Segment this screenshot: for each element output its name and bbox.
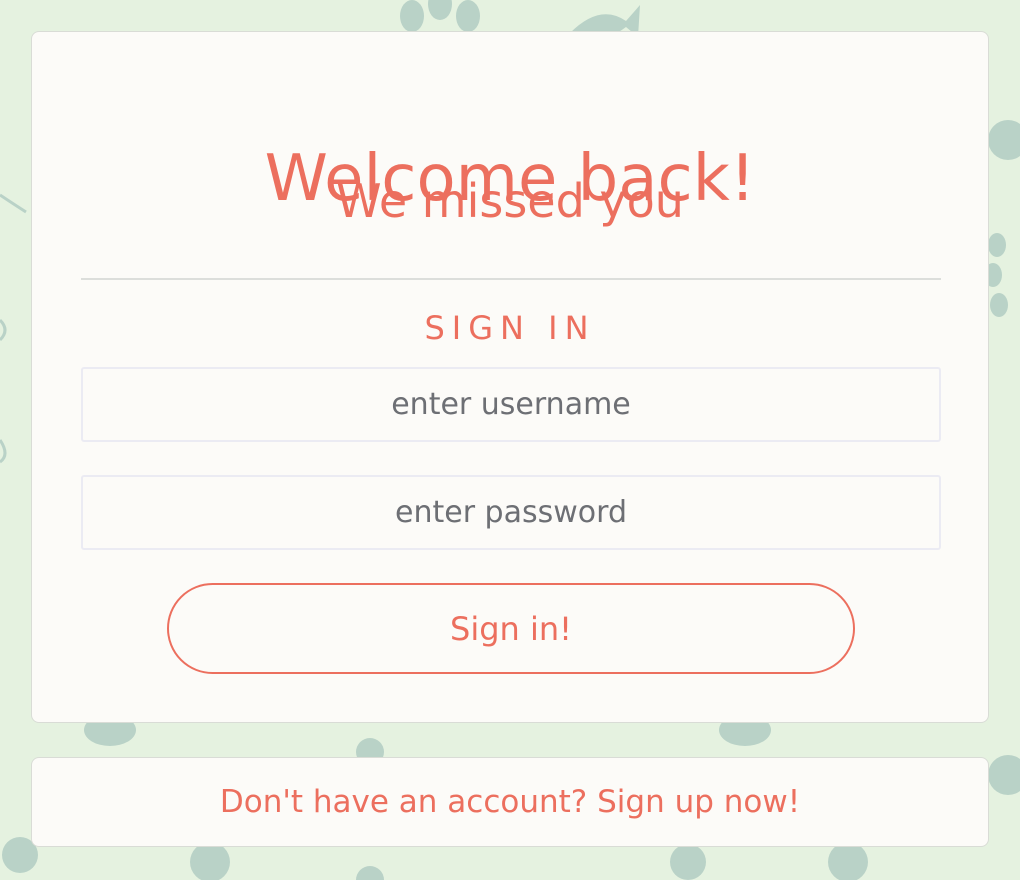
username-input[interactable] — [81, 367, 941, 442]
sign-up-link[interactable]: Don't have an account? Sign up now! — [220, 784, 800, 820]
cat-toy-icon — [0, 193, 27, 464]
divider — [81, 278, 941, 280]
login-card: Welcome back! We missed you SIGN IN Sign… — [31, 31, 989, 723]
paw-icon — [400, 0, 480, 32]
sign-in-button[interactable]: Sign in! — [167, 583, 855, 674]
page-subtitle: We missed you — [336, 174, 684, 228]
password-input[interactable] — [81, 475, 941, 550]
fish-bowl-icon — [190, 842, 868, 880]
signup-card: Don't have an account? Sign up now! — [31, 757, 989, 847]
sign-in-heading: SIGN IN — [424, 309, 596, 347]
